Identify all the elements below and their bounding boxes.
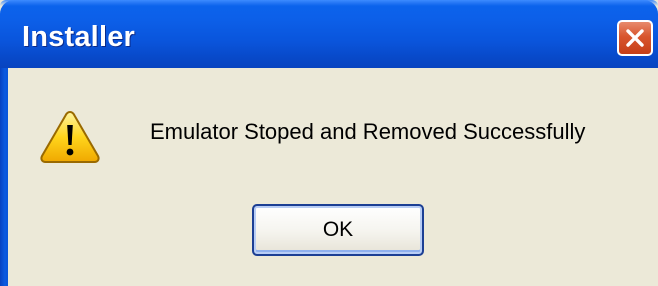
- dialog-message: Emulator Stoped and Removed Successfully: [150, 119, 586, 144]
- dialog-window: Installer Emulator Stoped and Removed Su…: [0, 0, 658, 286]
- title-bar[interactable]: Installer: [0, 0, 658, 68]
- close-icon: [626, 29, 644, 47]
- close-button[interactable]: [617, 20, 653, 56]
- warning-icon: [38, 108, 102, 164]
- ok-button[interactable]: OK: [252, 204, 424, 256]
- window-title: Installer: [22, 21, 136, 53]
- window-left-border: [0, 68, 8, 286]
- ok-button-label: OK: [322, 218, 354, 241]
